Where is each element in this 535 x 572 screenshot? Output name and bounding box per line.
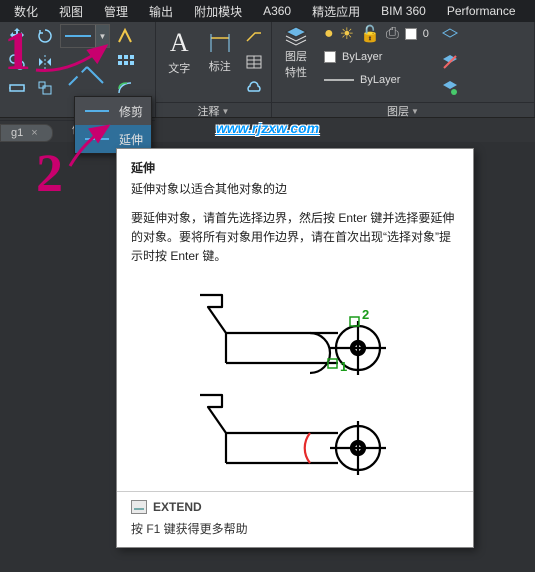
color-control[interactable]: ByLayer [324,47,429,67]
linetype-control[interactable]: ByLayer [324,70,429,90]
layer-iso-icon[interactable] [437,24,463,48]
menu-bim360[interactable]: BIM 360 [371,2,436,20]
menubar: 数化 视图 管理 输出 附加模块 A360 精选应用 BIM 360 Perfo… [0,0,535,22]
text-button[interactable]: A 文字 [160,24,199,80]
layer-color-swatch [405,28,417,40]
cloud-icon[interactable] [241,76,267,100]
linetype-icon [324,76,354,84]
move-icon[interactable] [4,24,30,48]
dimension-button[interactable]: 标注 [201,24,240,80]
tooltip-help: 按 F1 键获得更多帮助 [117,516,473,547]
close-icon[interactable]: × [31,127,37,139]
plot-icon: ⎙ [386,25,399,43]
tooltip-body: 要延伸对象，请首先选择边界，然后按 Enter 键并选择要延伸的对象。要将所有对… [131,209,459,267]
trim-icon [63,55,107,95]
layer-state-row[interactable]: ● ☀ 🔓 ⎙ 0 [324,24,429,44]
trim-flyout: 修剪 延伸 [74,96,152,154]
menu-view[interactable]: 视图 [49,1,93,22]
menu-manage[interactable]: 管理 [94,1,138,22]
stretch-icon[interactable] [4,76,30,100]
flyout-trim[interactable]: 修剪 [75,97,151,125]
menu-a360[interactable]: A360 [253,2,301,20]
menu-parametric[interactable]: 数化 [4,1,48,22]
command-icon [131,500,147,514]
trim-split-button[interactable]: ▼ [60,24,110,48]
panel-annot-footer[interactable]: 注释▼ [156,102,271,119]
lock-icon: 🔓 [360,24,380,44]
tooltip-subtitle: 延伸对象以适合其他对象的边 [131,180,459,197]
layer-properties-button[interactable]: 图层 特性 [276,24,316,80]
layer-match-icon[interactable] [437,76,463,100]
watermark: www.rjzxw.com [216,120,319,136]
chevron-down-icon[interactable]: ▼ [95,25,109,47]
tooltip-command: EXTEND [117,492,473,516]
tooltip-title: 延伸 [131,159,459,176]
fillet-icon[interactable] [112,24,138,48]
menu-output[interactable]: 输出 [139,1,183,22]
extended-tooltip: 延伸 延伸对象以适合其他对象的边 要延伸对象，请首先选择边界，然后按 Enter… [116,148,474,548]
layers-icon [282,24,310,46]
mirror-icon[interactable] [32,50,58,74]
panel-layer-footer[interactable]: 图层▼ [272,102,534,119]
scale-icon[interactable] [32,76,58,100]
copy-icon[interactable] [4,50,30,74]
svg-text:1: 1 [340,359,347,374]
menu-addins[interactable]: 附加模块 [184,1,252,22]
tooltip-diagram: 2 1 [131,275,459,481]
layer-off-icon[interactable] [437,50,463,74]
svg-text:2: 2 [362,307,369,322]
leader-icon[interactable] [241,24,267,48]
color-swatch-icon [324,51,336,63]
drawing-tab[interactable]: g1× [0,124,53,142]
lightbulb-icon: ● [324,25,334,43]
rotate-icon[interactable] [32,24,58,48]
menu-performance[interactable]: Performance [437,2,526,20]
table-icon[interactable] [241,50,267,74]
dimension-icon [207,30,233,56]
array-icon[interactable] [112,50,138,74]
sun-icon: ☀ [340,24,354,44]
text-icon: A [170,28,189,58]
menu-featured[interactable]: 精选应用 [302,1,370,22]
